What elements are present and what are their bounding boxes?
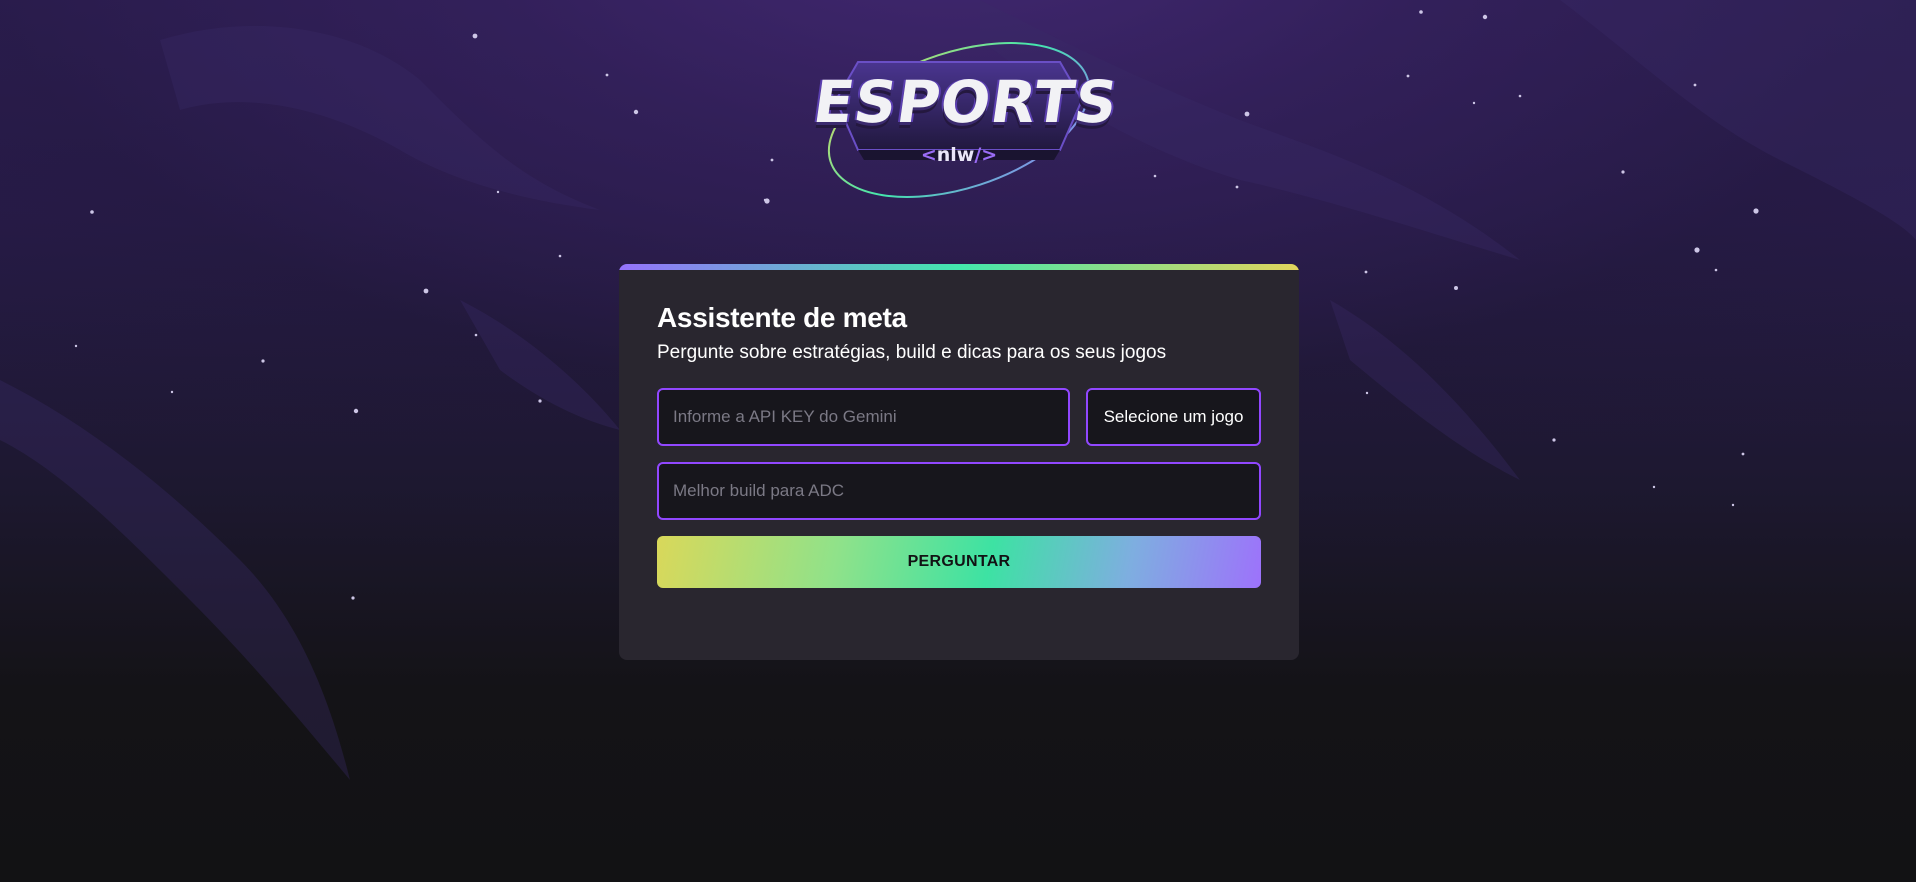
card-gradient-border xyxy=(619,264,1299,270)
ask-button[interactable]: PERGUNTAR xyxy=(657,536,1261,588)
assistant-card: Assistente de meta Pergunte sobre estrat… xyxy=(619,264,1299,660)
game-select[interactable]: Selecione um jogo xyxy=(1086,388,1261,446)
question-input[interactable] xyxy=(657,462,1261,520)
card-subtitle: Pergunte sobre estratégias, build e dica… xyxy=(657,342,1167,363)
logo-wordmark: ESPORTS xyxy=(809,68,1123,136)
logo-subtitle: <nlw/> xyxy=(814,144,1104,166)
ask-form: Selecione um jogo PERGUNTAR xyxy=(657,388,1261,588)
logo-nlw-text: nlw xyxy=(936,144,975,166)
card-title: Assistente de meta xyxy=(657,302,907,333)
card-content: Assistente de meta Pergunte sobre estrat… xyxy=(657,302,1261,588)
form-top-row: Selecione um jogo xyxy=(657,388,1261,446)
logo-open-bracket: < xyxy=(920,144,937,166)
logo-close-bracket: /> xyxy=(974,144,998,166)
api-key-input[interactable] xyxy=(657,388,1070,446)
esports-nlw-logo: ESPORTS <nlw/> xyxy=(809,38,1122,202)
